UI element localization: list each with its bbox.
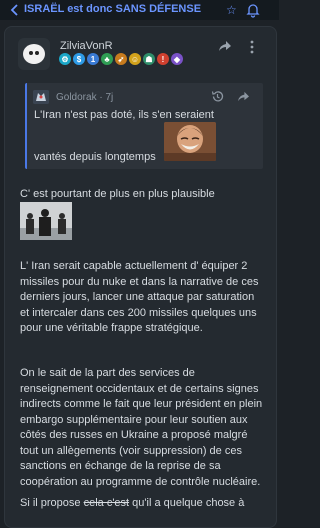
chevron-left-icon[interactable]	[8, 2, 22, 18]
robot-badge-icon: ☗	[143, 53, 155, 65]
quote-share-icon[interactable]	[237, 91, 250, 102]
more-options-icon[interactable]	[249, 40, 255, 54]
quote-author-name: Goldorak	[56, 92, 97, 103]
quote-text-line-1: L'Iran n'est pas doté, ils s'en seraient	[34, 109, 214, 121]
avatar[interactable]	[18, 38, 50, 70]
history-icon[interactable]	[211, 90, 224, 103]
thread-title[interactable]: ISRAËL est donc SANS DÉFENSE	[24, 3, 201, 15]
quote-reaction-image	[164, 122, 216, 161]
post-author[interactable]: ZilviaVonR	[60, 40, 113, 52]
star-icon[interactable]: ☆	[226, 2, 237, 18]
post-paragraph-1: C' est pourtant de plus en plus plausibl…	[20, 188, 215, 200]
quote-author[interactable]: Goldorak · 7j	[56, 92, 113, 103]
author-badges: ⚙ $ 1 ♣ ➶ ☺ ☗ ! ◆	[59, 53, 183, 65]
quote-text-line-2: vantés depuis longtemps	[34, 151, 156, 163]
post-paragraph-2: L' Iran serait capable actuellement d' é…	[20, 260, 259, 334]
p4-start: Si il propose	[20, 497, 84, 509]
post-paragraph-4: Si il propose cela c'est qu'il a quelque…	[20, 496, 265, 512]
quote-author-avatar[interactable]	[33, 90, 49, 104]
bell-icon[interactable]	[246, 2, 260, 18]
p4-end: qu'il a quelque chose à	[129, 497, 245, 509]
rocket-badge-icon: ➶	[115, 53, 127, 65]
share-icon[interactable]	[218, 40, 232, 52]
dollar-badge-icon: $	[73, 53, 85, 65]
gear-badge-icon: ⚙	[59, 53, 71, 65]
p4-strikethrough: cela c'est	[83, 497, 130, 509]
number-one-badge-icon: 1	[87, 53, 99, 65]
diamond-badge-icon: ◆	[171, 53, 183, 65]
post-paragraph-3: On le sait de la part des services de re…	[20, 367, 263, 488]
alert-badge-icon: !	[157, 53, 169, 65]
top-bar: ISRAËL est donc SANS DÉFENSE ☆	[0, 0, 279, 20]
post-embedded-photo[interactable]	[20, 202, 72, 240]
quote-age: 7j	[105, 92, 114, 103]
tree-badge-icon: ♣	[101, 53, 113, 65]
smiley-badge-icon: ☺	[129, 53, 141, 65]
